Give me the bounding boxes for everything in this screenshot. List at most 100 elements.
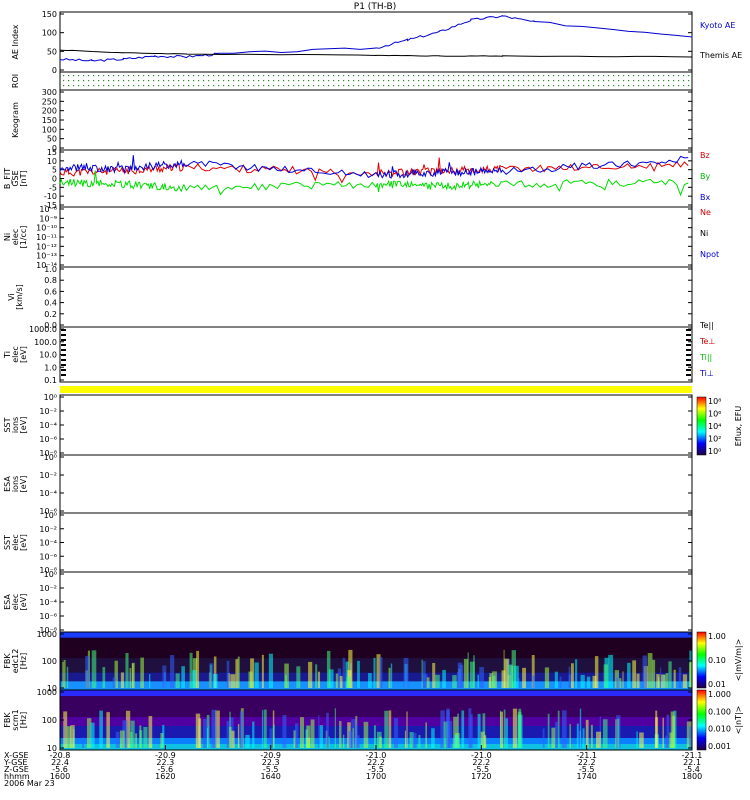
y-tick-label: 1.0 — [44, 265, 57, 274]
y-tick-label: 15 — [47, 148, 57, 157]
y-tick-label: 10⁰ — [44, 453, 57, 462]
y-tick-label: 10⁻¹² — [36, 242, 57, 251]
colorbar-tick-label: 10⁴ — [708, 422, 721, 431]
y-axis-label: [eV] — [19, 346, 28, 363]
y-tick-label: 50 — [47, 135, 57, 144]
legend-ni: Ni — [700, 229, 708, 238]
y-tick-label: 1000.0 — [29, 325, 57, 334]
panel-fbk_b: 100010010FBK scm1 [Hz] — [3, 688, 693, 753]
y-tick-label: 5 — [52, 166, 57, 175]
y-tick-label: 10⁻¹¹ — [36, 233, 57, 242]
flag-strip — [60, 386, 692, 393]
y-axis-label: [eV] — [19, 594, 28, 611]
y-tick-label: 10⁻⁶ — [39, 552, 57, 561]
y-tick-label: 300 — [42, 88, 57, 97]
y-tick-label: 0.2 — [44, 310, 57, 319]
x-tick-label: 1640 — [260, 772, 280, 781]
y-tick-label: 10⁻² — [39, 584, 57, 593]
y-axis-label: [eV] — [19, 476, 28, 493]
colorbar-tick-label: 0.100 — [708, 707, 731, 716]
y-axis-label: [Hz] — [19, 712, 28, 728]
x-tick-label: 1620 — [155, 772, 175, 781]
y-tick-label: 10 — [47, 157, 57, 166]
y-tick-label: 200 — [42, 107, 57, 116]
y-tick-label: 1000 — [37, 688, 57, 697]
panel-frame — [59, 326, 693, 383]
x-axis-row-label: 2006 Mar 23 — [4, 779, 55, 788]
y-tick-label: 10⁻⁶ — [39, 435, 57, 444]
y-tick-label: 1.0 — [44, 363, 57, 372]
legend-bx: Bx — [700, 193, 710, 202]
y-tick-label: 150 — [42, 116, 57, 125]
y-tick-label: 10⁻⁴ — [39, 489, 57, 498]
colorbar-fbk_b: 1.000 0.100 0.010 0.001<|nT|> — [696, 689, 743, 751]
x-tick-label: 1700 — [366, 772, 386, 781]
colorbar-tick-label: 0.01 — [708, 680, 726, 689]
y-tick-label: 10⁰ — [44, 570, 57, 579]
panel-keogram: 300250200150100500Keogram — [11, 88, 693, 153]
legend-ti: Ti⊥ — [699, 369, 714, 378]
legend-te: Te⊥ — [699, 337, 715, 346]
y-tick-label: 10⁻⁸ — [39, 205, 57, 214]
colorbar-tick-label: 0.010 — [708, 725, 731, 734]
y-tick-label: 0.4 — [44, 299, 57, 308]
legend-bz: Bz — [700, 151, 710, 160]
colorbar-fbk_e: 1.00 0.10 0.01 <|mV/m|> — [696, 631, 743, 689]
panel-frame — [59, 149, 693, 208]
y-tick-label: 10⁻⁴ — [39, 539, 57, 548]
legend-by: By — [700, 172, 710, 181]
y-tick-label: 50 — [47, 47, 57, 56]
y-axis-label: [nT] — [19, 170, 28, 186]
y-axis-label: [1/cc] — [19, 226, 28, 249]
legend-ti: Ti|| — [699, 353, 712, 362]
colorbar-label: Eflux, EFU — [734, 406, 743, 447]
y-tick-label: -5 — [49, 183, 57, 192]
panel-frame — [59, 571, 693, 633]
colorbar-eflux: 10⁸ 10⁶ 10⁴ 10² 10⁰ Eflux, EFU — [696, 396, 743, 456]
legend-ne: Ne — [700, 208, 711, 217]
y-tick-label: 10⁻⁹ — [39, 214, 57, 223]
y-tick-label: 10⁻⁴ — [39, 598, 57, 607]
legend-te: Te|| — [699, 321, 714, 330]
y-tick-label: 100 — [42, 716, 57, 725]
x-tick-label: 1720 — [471, 772, 491, 781]
panel-frame — [59, 454, 693, 514]
y-tick-label: 0 — [52, 175, 57, 184]
panel-ni: 10⁻⁸10⁻⁹10⁻¹⁰10⁻¹¹10⁻¹²10⁻¹³10⁻¹⁴Ni elec[… — [3, 205, 719, 270]
legend-themisae: Themis AE — [699, 51, 742, 60]
y-tick-label: 10.0 — [39, 351, 57, 360]
panel-sst_ion: 10⁰10⁻²10⁻⁴10⁻⁶10⁻⁸SST ions [eV] — [3, 393, 693, 458]
panel-roi: ROI — [11, 71, 693, 91]
colorbar-tick-label: 0.001 — [708, 742, 731, 751]
y-tick-label: 1000 — [37, 630, 57, 639]
y-tick-label: 0.6 — [44, 287, 57, 296]
y-tick-label: 10⁻¹³ — [36, 252, 57, 261]
y-tick-label: 10⁰ — [44, 393, 57, 402]
y-axis-label: [Hz] — [19, 653, 28, 669]
y-tick-label: 10⁰ — [44, 511, 57, 520]
panel-frame — [59, 266, 693, 328]
y-tick-label: 100 — [42, 29, 57, 38]
y-tick-label: 10⁻² — [39, 407, 57, 416]
y-tick-label: 10⁻¹⁰ — [36, 224, 57, 233]
panel-bfield: 151050-5-10-15B_FIT GSE [nT]BzByBx — [3, 148, 710, 210]
panel-frame — [59, 394, 693, 456]
y-tick-label: 100.0 — [34, 338, 57, 347]
y-axis-label: [eV] — [19, 534, 28, 551]
legend-npot: Npot — [700, 250, 719, 259]
y-tick-label: 10⁻⁴ — [39, 421, 57, 430]
colorbar-tick-label: 10⁸ — [708, 397, 721, 406]
x-tick-label: 1740 — [576, 772, 596, 781]
colorbar-label: <|nT|> — [734, 706, 743, 735]
y-axis-label: [km/s] — [15, 284, 24, 310]
panel-ti: 1000.0100.010.01.00.1Ti elec [eV]Te||Te⊥Ti… — [3, 321, 715, 385]
colorbar-tick-label: 1.00 — [708, 632, 726, 641]
y-axis-label: [eV] — [19, 417, 28, 434]
panel-sst_elec: 10⁰10⁻²10⁻⁴10⁻⁶10⁻⁸SST elec [eV] — [3, 511, 693, 575]
y-tick-label: 10⁻² — [39, 471, 57, 480]
colorbar-tick-label: 10² — [708, 435, 721, 444]
panel-frame — [59, 71, 693, 91]
series-line-bz — [59, 157, 689, 184]
colorbar-tick-label: 0.10 — [708, 656, 726, 665]
legend-kyotoae: Kyoto AE — [700, 21, 735, 30]
